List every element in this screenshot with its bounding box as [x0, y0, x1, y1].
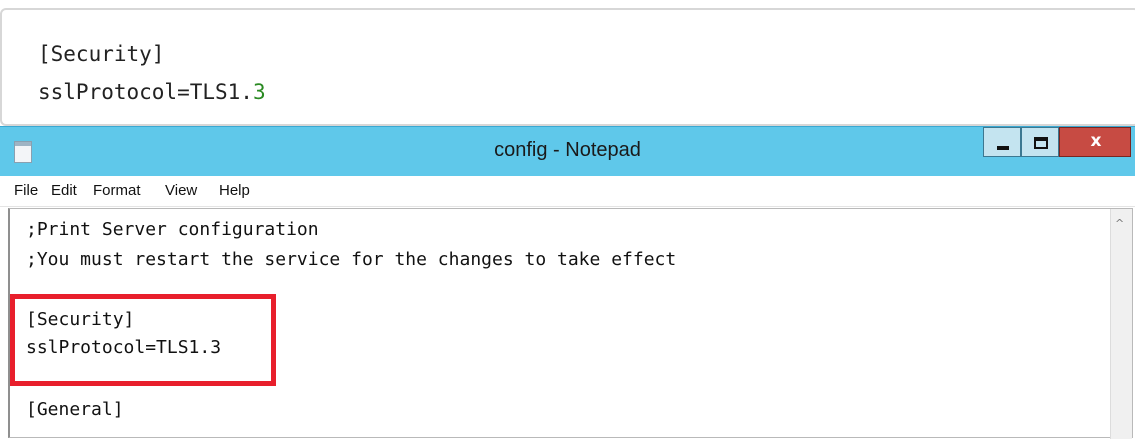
- close-button[interactable]: x: [1059, 127, 1131, 157]
- minimize-icon: [997, 146, 1009, 150]
- code-line-section: [Security]: [38, 42, 165, 66]
- menu-bar: File Edit Format View Help: [0, 176, 1135, 207]
- highlight-box: [10, 294, 276, 386]
- editor-line-comment-2: ;You must restart the service for the ch…: [26, 249, 677, 270]
- code-line-setting-number: 3: [252, 80, 266, 104]
- code-snippet: [Security] sslProtocol=TLS1.3: [0, 8, 1135, 126]
- code-line-setting: sslProtocol=TLS1.3: [38, 80, 266, 104]
- menu-format[interactable]: Format: [93, 182, 141, 199]
- close-icon: x: [1090, 131, 1102, 151]
- code-line-setting-key: sslProtocol=TLS1.: [38, 80, 253, 104]
- editor-line-general-header: [General]: [26, 399, 124, 420]
- menu-view[interactable]: View: [165, 182, 197, 199]
- menu-edit[interactable]: Edit: [51, 182, 77, 199]
- window-title: config - Notepad: [494, 139, 641, 161]
- maximize-icon: [1034, 137, 1048, 149]
- scroll-up-arrow-icon[interactable]: ^: [1115, 217, 1124, 230]
- title-bar[interactable]: config - Notepad x: [0, 126, 1135, 176]
- menu-help[interactable]: Help: [219, 182, 250, 199]
- editor-line-comment-1: ;Print Server configuration: [26, 219, 319, 240]
- menu-file[interactable]: File: [14, 182, 38, 199]
- vertical-scrollbar[interactable]: ^: [1110, 209, 1132, 439]
- maximize-button[interactable]: [1021, 127, 1059, 157]
- notepad-window: config - Notepad x File Edit Format View…: [0, 126, 1135, 439]
- minimize-button[interactable]: [983, 127, 1021, 157]
